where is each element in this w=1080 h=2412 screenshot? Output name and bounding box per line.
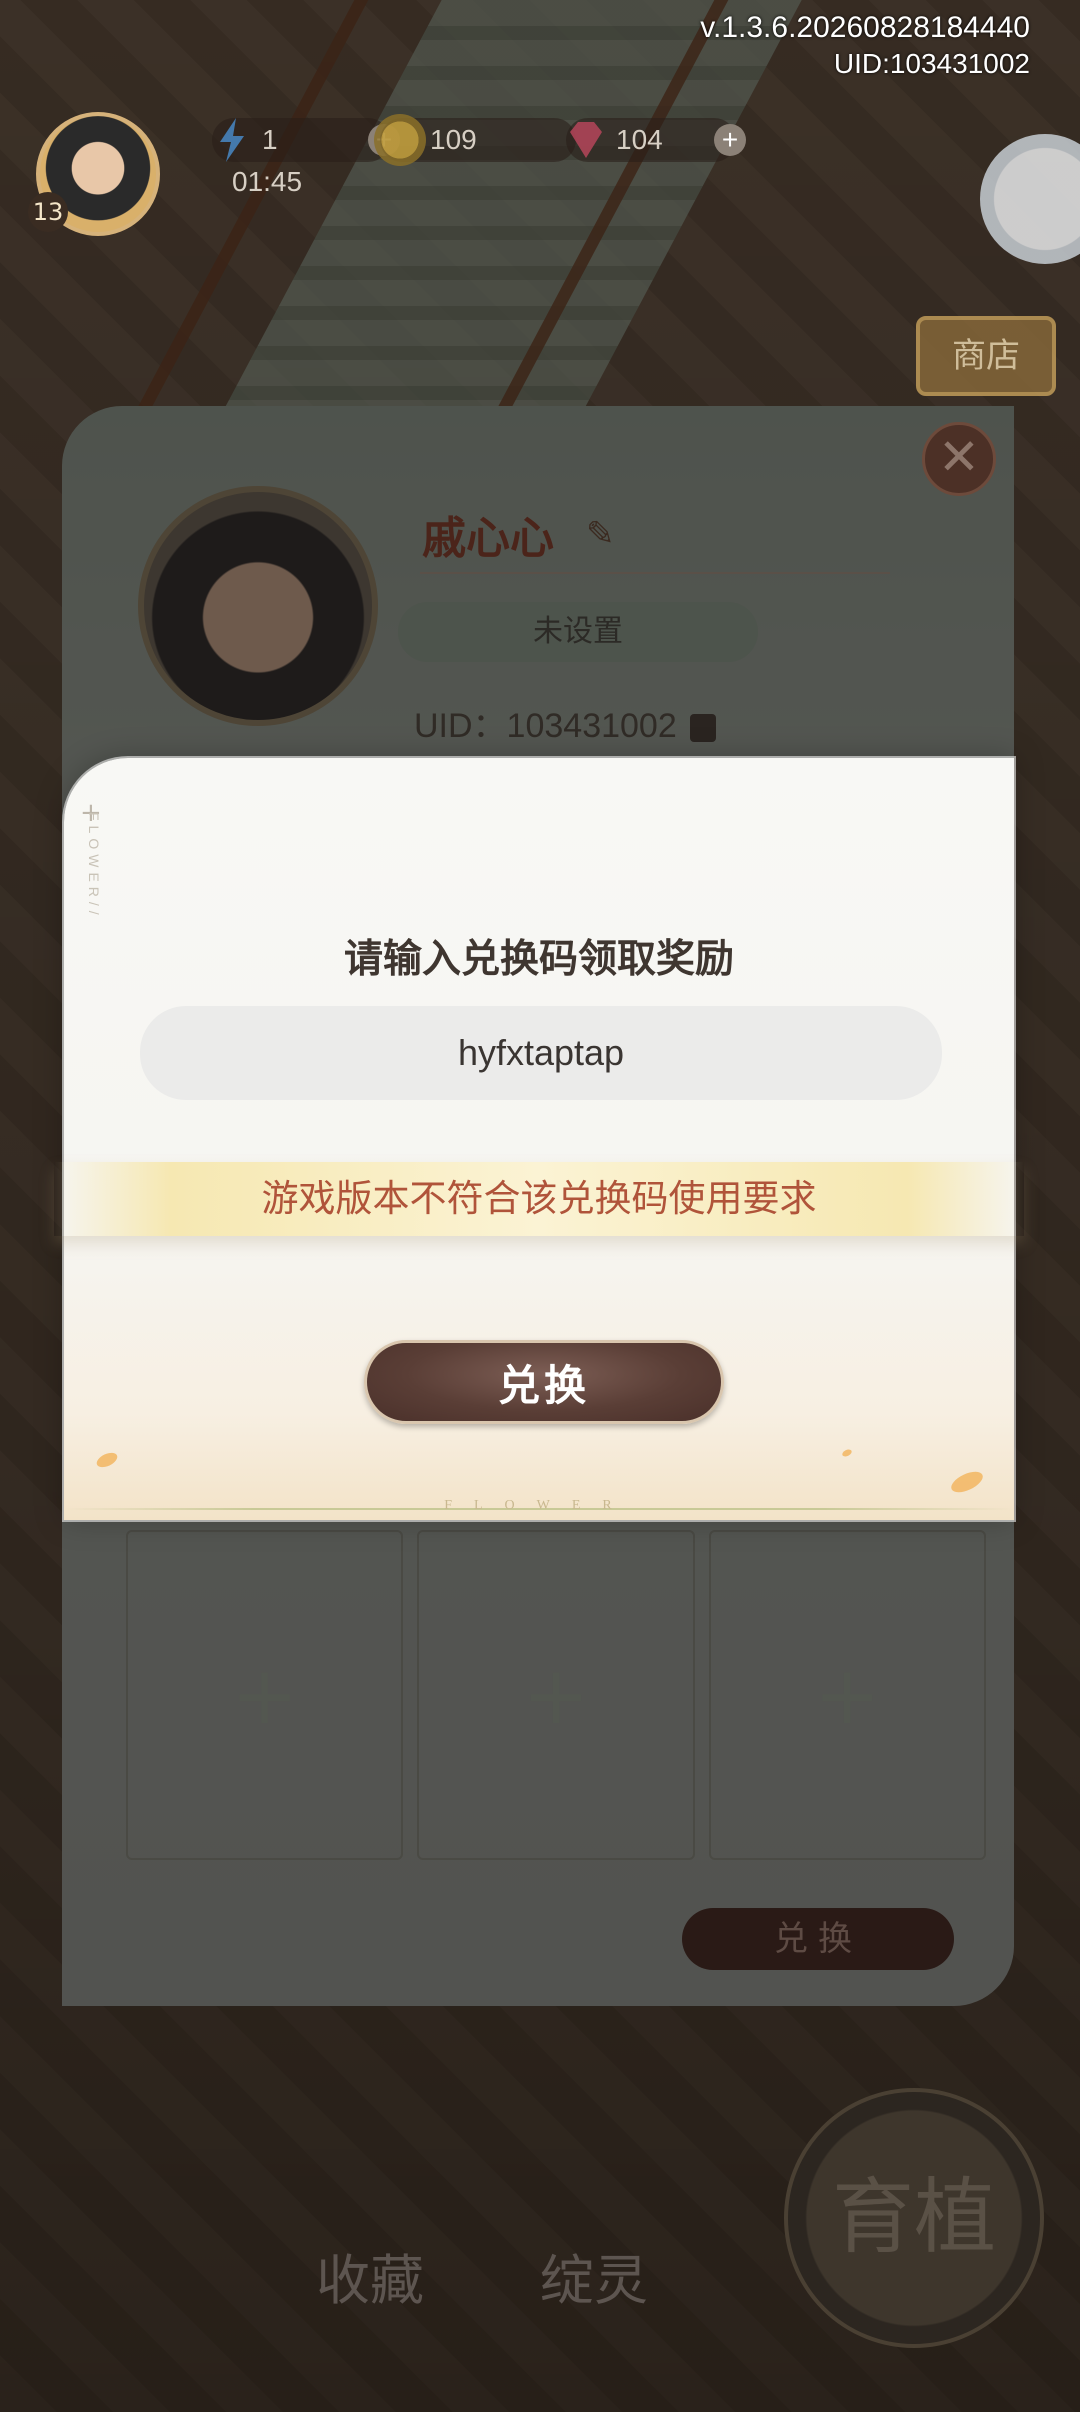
- redeem-button[interactable]: 兑换: [364, 1340, 724, 1424]
- side-decoration: FLOWER//: [86, 812, 102, 920]
- redeem-code-input[interactable]: [140, 1006, 942, 1100]
- petal-deco: [94, 1449, 120, 1471]
- coin-value: 109: [430, 124, 477, 155]
- petal-deco: [948, 1467, 986, 1497]
- redeem-dialog: + FLOWER// 请输入兑换码领取奖励 游戏版本不符合该兑换码使用要求 兑换…: [54, 758, 1024, 1520]
- coin-counter: 109: [374, 114, 576, 166]
- lightning-icon: [206, 114, 258, 166]
- dialog-title: 请输入兑换码领取奖励: [343, 936, 734, 982]
- coin-icon: [374, 114, 426, 166]
- copy-icon[interactable]: [690, 714, 717, 743]
- profile-avatar[interactable]: [138, 486, 378, 726]
- grow-button[interactable]: 育植: [784, 2088, 1044, 2348]
- error-message: 游戏版本不符合该兑换码使用要求: [261, 1177, 817, 1220]
- footer-decoration: FLOWER: [444, 1498, 634, 1513]
- shop-button[interactable]: 商店: [916, 316, 1056, 396]
- gem-counter: 104 +: [566, 118, 746, 162]
- profile-uid-text: UID：103431002: [414, 707, 677, 745]
- profile-exchange-button[interactable]: 兑换: [682, 1908, 954, 1970]
- empty-slot[interactable]: +: [126, 1530, 404, 1860]
- signature-field[interactable]: 未设置: [398, 602, 758, 662]
- close-icon: ✕: [938, 428, 980, 486]
- profile-uid: UID：103431002: [414, 698, 717, 747]
- error-banner: 游戏版本不符合该兑换码使用要求: [54, 1162, 1024, 1236]
- pencil-icon[interactable]: ✎: [586, 514, 615, 554]
- empty-slot[interactable]: +: [708, 1530, 986, 1860]
- empty-slot[interactable]: +: [417, 1530, 695, 1860]
- nickname-underline: [420, 572, 890, 574]
- gem-value: 104: [616, 124, 663, 155]
- plus-icon: +: [813, 1648, 881, 1742]
- energy-value: 1: [262, 124, 278, 155]
- display-slots: + + +: [126, 1530, 986, 1860]
- plus-icon: +: [522, 1648, 590, 1742]
- energy-counter: 1 +: [212, 118, 400, 162]
- nav-collection[interactable]: 收藏: [316, 2236, 424, 2315]
- petal-deco: [841, 1448, 853, 1458]
- energy-timer: 01:45: [232, 166, 303, 197]
- close-profile-button[interactable]: ✕: [922, 422, 996, 496]
- level-badge: 13: [28, 192, 68, 232]
- uid-text: UID:103431002: [833, 48, 1030, 79]
- version-text: v.1.3.6.20260828184440: [700, 11, 1030, 44]
- gem-icon: [560, 114, 612, 166]
- version-label: v.1.3.6.20260828184440 UID:103431002: [700, 10, 1030, 82]
- plus-icon: +: [231, 1648, 299, 1742]
- nav-spirit[interactable]: 绽灵: [540, 2236, 648, 2315]
- gem-add-button[interactable]: +: [714, 124, 746, 156]
- nickname: 戚心心: [422, 513, 554, 564]
